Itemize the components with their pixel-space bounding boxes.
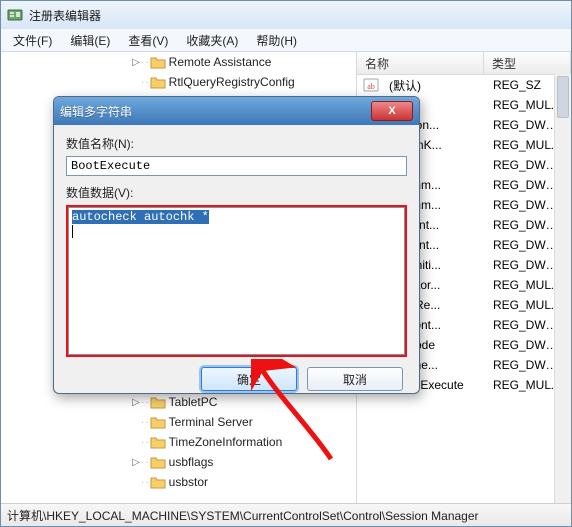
regedit-icon — [7, 7, 23, 23]
folder-icon — [150, 455, 166, 469]
value-type-icon: ab — [363, 77, 379, 93]
value-name-label: 数值名称(N): — [66, 135, 407, 152]
dialog-body: 数值名称(N): 数值数据(V): autocheck autochk * 确定… — [54, 125, 419, 399]
tree-item-label: usbflags — [169, 455, 214, 469]
folder-icon — [150, 55, 166, 69]
value-data-highlight: autocheck autochk * — [66, 205, 407, 357]
menu-view[interactable]: 查看(V) — [120, 30, 176, 51]
folder-icon — [150, 75, 166, 89]
folder-icon — [150, 475, 166, 489]
window-title: 注册表编辑器 — [29, 7, 101, 24]
tree-expand-icon[interactable] — [131, 417, 141, 428]
value-name-field[interactable] — [66, 156, 407, 176]
dialog-button-row: 确定 取消 — [66, 367, 407, 391]
close-icon: X — [388, 105, 395, 117]
value-data-label: 数值数据(V): — [66, 184, 407, 201]
tree-expand-icon[interactable]: ▷ — [131, 57, 141, 68]
regedit-window: 注册表编辑器 文件(F) 编辑(E) 查看(V) 收藏夹(A) 帮助(H) ▷·… — [0, 0, 572, 527]
tree-item-label: RtlQueryRegistryConfig — [169, 75, 295, 89]
dotted-guide: ·· — [141, 417, 150, 428]
tree-item[interactable]: ·· usbstor — [1, 472, 356, 492]
tree-expand-icon[interactable] — [131, 437, 141, 448]
ok-button-label: 确定 — [237, 371, 261, 388]
tree-item-label: usbstor — [169, 475, 208, 489]
list-row[interactable]: ab(默认)REG_SZ — [357, 75, 571, 95]
tree-item[interactable]: ·· Terminal Server — [1, 412, 356, 432]
tree-expand-icon[interactable] — [131, 477, 141, 488]
tree-item[interactable]: ▷·· Remote Assistance — [1, 52, 356, 72]
tree-expand-icon[interactable] — [131, 77, 141, 88]
list-header[interactable]: 名称 类型 — [357, 52, 571, 75]
tree-item-label: Terminal Server — [169, 415, 253, 429]
dotted-guide: ·· — [141, 77, 150, 88]
menu-edit[interactable]: 编辑(E) — [62, 30, 118, 51]
status-path: 计算机\HKEY_LOCAL_MACHINE\SYSTEM\CurrentCon… — [7, 507, 479, 524]
tree-item[interactable]: ·· RtlQueryRegistryConfig — [1, 72, 356, 92]
list-scrollbar[interactable] — [554, 74, 571, 505]
statusbar: 计算机\HKEY_LOCAL_MACHINE\SYSTEM\CurrentCon… — [1, 503, 571, 526]
col-type[interactable]: 类型 — [484, 52, 571, 74]
tree-item[interactable]: ·· TimeZoneInformation — [1, 432, 356, 452]
cancel-button-label: 取消 — [343, 371, 367, 388]
dotted-guide: ·· — [141, 457, 150, 468]
menu-favorites[interactable]: 收藏夹(A) — [178, 30, 246, 51]
folder-icon — [150, 435, 166, 449]
edit-multistring-dialog: 编辑多字符串 X 数值名称(N): 数值数据(V): autocheck aut… — [53, 96, 420, 394]
dotted-guide: ·· — [141, 437, 150, 448]
menu-help[interactable]: 帮助(H) — [248, 30, 305, 51]
scroll-thumb[interactable] — [557, 76, 569, 118]
col-name[interactable]: 名称 — [357, 52, 484, 74]
dotted-guide: ·· — [141, 477, 150, 488]
value-data-field[interactable]: autocheck autochk * — [68, 207, 405, 355]
menubar: 文件(F) 编辑(E) 查看(V) 收藏夹(A) 帮助(H) — [1, 29, 571, 52]
tree-item[interactable]: ▷·· usbflags — [1, 452, 356, 472]
dialog-title: 编辑多字符串 — [60, 103, 132, 120]
tree-item-label: Remote Assistance — [169, 55, 272, 69]
tree-expand-icon[interactable]: ▷ — [131, 457, 141, 468]
cancel-button[interactable]: 取消 — [307, 367, 403, 391]
text-caret — [72, 225, 73, 238]
ok-button[interactable]: 确定 — [201, 367, 297, 391]
dialog-close-button[interactable]: X — [371, 101, 413, 121]
selected-text: autocheck autochk * — [72, 210, 209, 224]
menu-file[interactable]: 文件(F) — [5, 30, 60, 51]
value-name-cell: (默认) — [383, 76, 487, 95]
folder-icon — [150, 415, 166, 429]
titlebar[interactable]: 注册表编辑器 — [1, 1, 571, 29]
tree-item-label: TimeZoneInformation — [169, 435, 283, 449]
dotted-guide: ·· — [141, 57, 150, 68]
dialog-titlebar[interactable]: 编辑多字符串 X — [54, 97, 419, 125]
svg-text:ab: ab — [367, 82, 375, 91]
